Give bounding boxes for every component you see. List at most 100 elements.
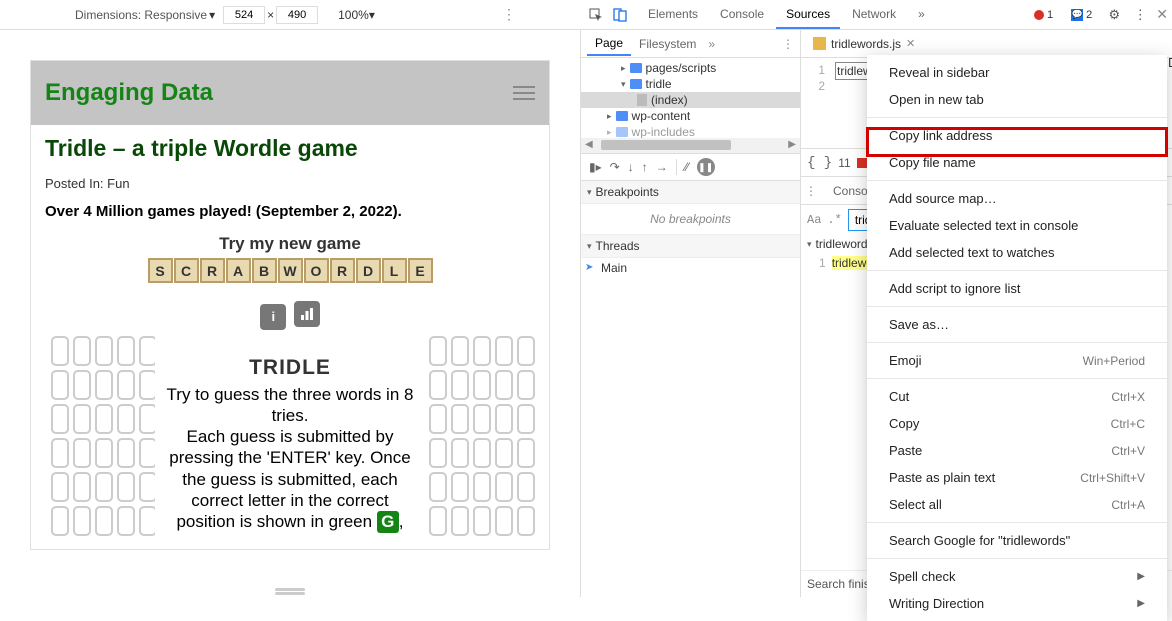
cm-copy-file[interactable]: Copy file name (867, 149, 1167, 176)
match-case-icon[interactable]: Aa (807, 213, 821, 227)
inspect-icon[interactable] (586, 5, 606, 25)
close-tab-icon[interactable]: ✕ (906, 37, 915, 50)
board-cell (451, 336, 469, 366)
gear-icon[interactable]: ⚙ (1104, 5, 1124, 25)
cm-google[interactable]: Search Google for "tridlewords" (867, 527, 1167, 554)
site-frame: Engaging Data Tridle – a triple Wordle g… (30, 60, 550, 550)
board-cell (117, 336, 135, 366)
green-g-icon: G (377, 511, 399, 533)
board-cell (495, 506, 513, 536)
zoom-label[interactable]: 100% (338, 8, 369, 22)
tab-sources[interactable]: Sources (776, 1, 840, 29)
threads-list: Main ads ads ads ads aframe (581, 258, 800, 597)
board-cell (495, 336, 513, 366)
board-right (429, 336, 529, 536)
error-badge[interactable]: 1 (1028, 8, 1059, 22)
board-cell (429, 404, 447, 434)
tree-file-index: (index) (581, 92, 800, 108)
site-title[interactable]: Engaging Data (45, 79, 213, 107)
file-tree[interactable]: ▸pages/scripts ▾tridle (index) ▸wp-conte… (581, 58, 800, 138)
cm-emoji[interactable]: EmojiWin+Period (867, 347, 1167, 374)
board-cell (117, 438, 135, 468)
cm-paste-plain[interactable]: Paste as plain textCtrl+Shift+V (867, 464, 1167, 491)
folder-icon (616, 111, 628, 121)
kebab-icon[interactable]: ⋮ (805, 184, 817, 198)
tab-network[interactable]: Network (842, 1, 906, 29)
pretty-print-icon[interactable]: { } (807, 155, 832, 171)
cm-copy-link[interactable]: Copy link address (867, 122, 1167, 149)
resume-icon[interactable]: ▮▸ (589, 160, 602, 174)
cm-ignore[interactable]: Add script to ignore list (867, 275, 1167, 302)
scrabble-tiles[interactable]: S C R A B W O R D L E (45, 258, 535, 283)
tile: C (174, 258, 199, 283)
board-cell (451, 438, 469, 468)
devtools-right: 1 💬2 ⚙ ⋮ ✕ (1028, 5, 1172, 25)
cm-open-tab[interactable]: Open in new tab (867, 86, 1167, 113)
posted-in: Posted In: Fun (45, 176, 535, 191)
board-cell (429, 472, 447, 502)
step-icon[interactable]: → (656, 160, 668, 174)
regex-icon[interactable]: .* (827, 213, 841, 227)
cm-reveal[interactable]: Reveal in sidebar (867, 59, 1167, 86)
board-cell (517, 506, 535, 536)
modal-title: TRIDLE (165, 356, 415, 380)
subtab-filesystem[interactable]: Filesystem (631, 33, 704, 55)
step-out-icon[interactable]: ↑ (642, 160, 648, 174)
floating-letter: D (1168, 55, 1172, 71)
subtab-page[interactable]: Page (587, 32, 631, 56)
board-cell (451, 506, 469, 536)
close-icon[interactable]: ✕ (1156, 6, 1168, 23)
stats-icon[interactable] (294, 301, 320, 327)
thread-main[interactable]: Main (581, 258, 800, 597)
step-into-icon[interactable]: ↓ (628, 160, 634, 174)
cm-watches[interactable]: Add selected text to watches (867, 239, 1167, 266)
threads-header[interactable]: ▾Threads (581, 235, 800, 258)
board-cell (517, 370, 535, 400)
page-title: Tridle – a triple Wordle game (45, 135, 535, 162)
width-input[interactable] (223, 6, 265, 24)
overflow-icon[interactable]: » (708, 37, 715, 51)
chevron-down-icon[interactable]: ▾ (369, 8, 375, 22)
pause-exceptions-icon[interactable]: ❚❚ (697, 158, 715, 176)
error-dot-icon (1034, 10, 1044, 20)
board-cell (95, 438, 113, 468)
step-over-icon[interactable]: ↷ (610, 160, 620, 174)
cm-copy[interactable]: CopyCtrl+C (867, 410, 1167, 437)
folder-icon (630, 79, 642, 89)
breakpoints-header[interactable]: ▾Breakpoints (581, 181, 800, 204)
board-cell (495, 404, 513, 434)
cm-paste[interactable]: PasteCtrl+V (867, 437, 1167, 464)
kebab-icon[interactable]: ⋮ (1130, 5, 1150, 25)
tab-console[interactable]: Console (710, 1, 774, 29)
height-input[interactable] (276, 6, 318, 24)
info-icon[interactable]: i (260, 304, 286, 330)
kebab-icon[interactable]: ⋮ (782, 37, 794, 51)
cm-saveas[interactable]: Save as… (867, 311, 1167, 338)
board-cell (429, 336, 447, 366)
scrollbar-thumb[interactable] (601, 140, 731, 150)
tabs-overflow-icon[interactable]: » (908, 1, 935, 29)
message-badge[interactable]: 💬2 (1065, 8, 1098, 22)
site-header: Engaging Data (31, 61, 549, 125)
board-cell (95, 472, 113, 502)
board-cell (73, 336, 91, 366)
board-cell (429, 506, 447, 536)
drag-handle-icon[interactable] (275, 588, 305, 591)
modal-line2: Each guess is submitted by pressing the … (165, 426, 415, 533)
file-tab[interactable]: tridlewords.js ✕ (805, 33, 923, 55)
chevron-down-icon[interactable]: ▾ (209, 8, 215, 22)
device-icon[interactable] (610, 5, 630, 25)
cm-cut[interactable]: CutCtrl+X (867, 383, 1167, 410)
dimensions-label[interactable]: Dimensions: Responsive (75, 8, 207, 22)
cm-eval[interactable]: Evaluate selected text in console (867, 212, 1167, 239)
cm-wdir[interactable]: Writing Direction▶ (867, 590, 1167, 617)
hamburger-icon[interactable] (513, 86, 535, 100)
deactivate-bp-icon[interactable]: ⁄⁄ (685, 160, 689, 174)
tile: S (148, 258, 173, 283)
cm-spell[interactable]: Spell check▶ (867, 563, 1167, 590)
tab-elements[interactable]: Elements (638, 1, 708, 29)
horizontal-scrollbar[interactable]: ◀▶ (581, 138, 800, 153)
cm-add-map[interactable]: Add source map… (867, 185, 1167, 212)
cm-select-all[interactable]: Select allCtrl+A (867, 491, 1167, 518)
kebab-icon[interactable]: ⋮ (502, 6, 516, 23)
